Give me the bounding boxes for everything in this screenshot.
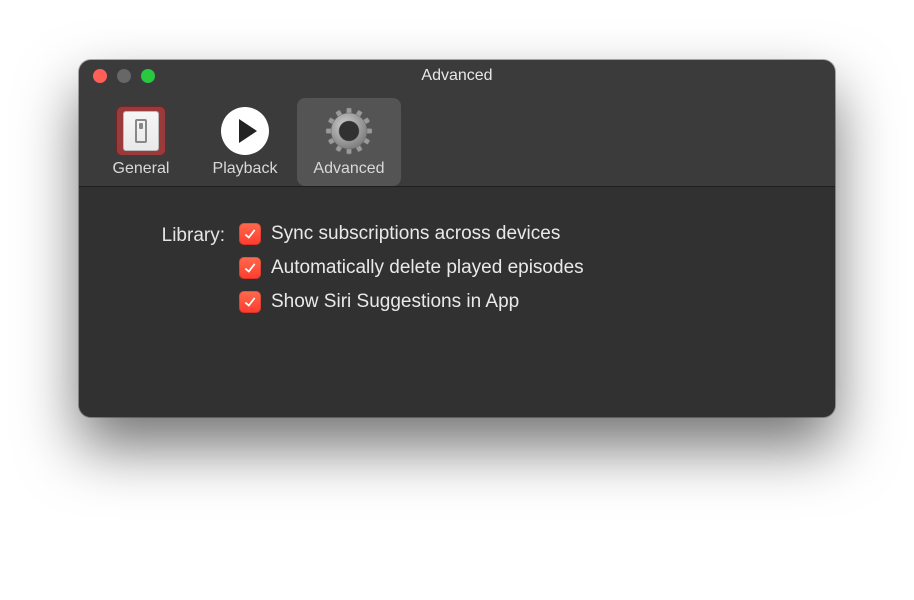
library-section: Library: Sync subscriptions across devic… — [119, 223, 795, 313]
option-auto-delete-label: Automatically delete played episodes — [271, 257, 584, 279]
checkbox-sync-subscriptions[interactable] — [239, 223, 261, 245]
option-sync-subscriptions-label: Sync subscriptions across devices — [271, 223, 560, 245]
checkbox-siri-suggestions[interactable] — [239, 291, 261, 313]
tab-general-label: General — [113, 160, 170, 178]
close-window-button[interactable] — [93, 69, 107, 83]
general-icon — [116, 106, 166, 156]
library-options: Sync subscriptions across devices Automa… — [239, 223, 584, 313]
checkbox-auto-delete[interactable] — [239, 257, 261, 279]
traffic-lights — [79, 69, 155, 83]
tab-advanced-label: Advanced — [313, 160, 384, 178]
option-auto-delete[interactable]: Automatically delete played episodes — [239, 257, 584, 279]
preferences-window: Advanced General Playback — [79, 60, 835, 417]
gear-icon — [324, 106, 374, 156]
titlebar: Advanced — [79, 60, 835, 92]
advanced-pane: Library: Sync subscriptions across devic… — [79, 187, 835, 417]
tab-playback[interactable]: Playback — [193, 98, 297, 186]
tab-playback-label: Playback — [213, 160, 278, 178]
preferences-toolbar: General Playback — [79, 92, 835, 187]
minimize-window-button[interactable] — [117, 69, 131, 83]
library-section-label: Library: — [119, 223, 239, 313]
option-siri-suggestions-label: Show Siri Suggestions in App — [271, 291, 519, 313]
zoom-window-button[interactable] — [141, 69, 155, 83]
tab-advanced[interactable]: Advanced — [297, 98, 401, 186]
tab-general[interactable]: General — [89, 98, 193, 186]
option-siri-suggestions[interactable]: Show Siri Suggestions in App — [239, 291, 584, 313]
option-sync-subscriptions[interactable]: Sync subscriptions across devices — [239, 223, 584, 245]
playback-icon — [220, 106, 270, 156]
window-title: Advanced — [79, 67, 835, 85]
